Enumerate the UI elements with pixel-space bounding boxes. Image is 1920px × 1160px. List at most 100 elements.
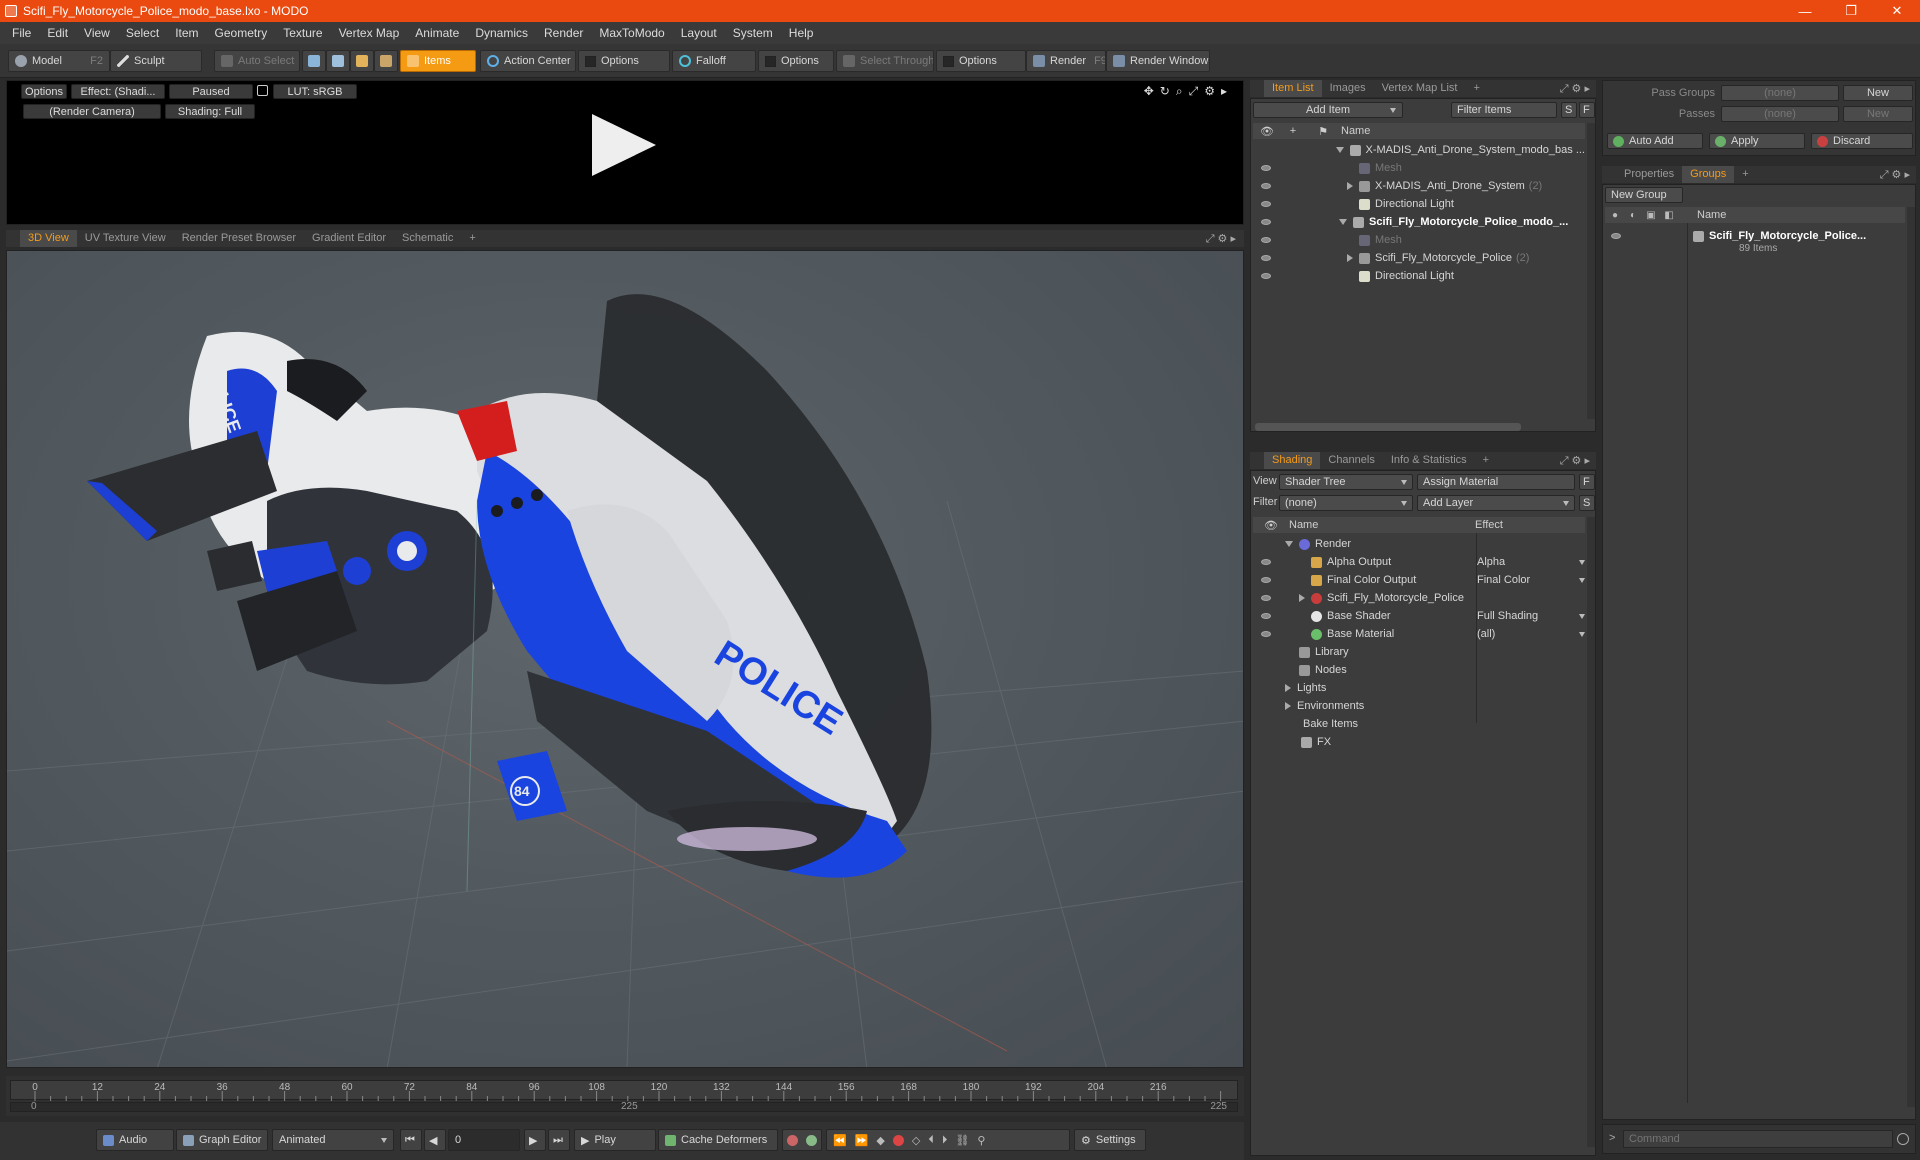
panel-controls[interactable]: ⤢ ⚙ ▸	[1560, 454, 1596, 468]
visibility-eye-icon[interactable]	[1261, 219, 1271, 225]
go-end-button[interactable]: ⏭	[548, 1129, 570, 1151]
visibility-eye-icon[interactable]	[1261, 559, 1271, 565]
new-group-button[interactable]: New Group	[1605, 187, 1683, 203]
auto-select-button[interactable]: Auto Select	[214, 50, 300, 72]
menu-select[interactable]: Select	[118, 22, 167, 44]
menu-animate[interactable]: Animate	[407, 22, 467, 44]
shading-vscrollbar[interactable]	[1587, 517, 1595, 1147]
shader-tree-row[interactable]: Scifi_Fly_Motorcycle_Police	[1253, 589, 1585, 607]
tab-schematic[interactable]: Schematic	[394, 230, 461, 247]
visibility-eye-icon[interactable]	[1611, 233, 1621, 239]
camera-dropdown[interactable]: (Render Camera)	[23, 104, 161, 119]
key-tools[interactable]: ⏪ ⏩ ◆ ◇ ⏴ ⏵ ⛓ ⚲	[826, 1129, 1070, 1151]
play-icon[interactable]	[592, 114, 656, 176]
falloff-options-button[interactable]: Options	[758, 50, 834, 72]
timeline-range-bar[interactable]: 0 225 225	[10, 1101, 1238, 1112]
itemlist-f-button[interactable]: F	[1579, 102, 1595, 118]
timeline-ruler[interactable]: 0 12 24 36 48 60 72 84 96 108 120 132 144 156 168 180 19…	[10, 1080, 1238, 1101]
items-mode-button[interactable]: Items	[400, 50, 476, 72]
action-center-options-button[interactable]: Options	[578, 50, 670, 72]
viewport-tab-controls[interactable]: ⤢ ⚙ ▸	[1206, 232, 1244, 246]
list-item[interactable]: Mesh	[1253, 159, 1585, 177]
cache-deformers-button[interactable]: Cache Deformers	[658, 1129, 778, 1151]
lock-icon[interactable]	[257, 85, 268, 96]
shader-tree-row[interactable]: Alpha Output Alpha	[1253, 553, 1585, 571]
expand-icon[interactable]	[1285, 702, 1291, 710]
menu-dynamics[interactable]: Dynamics	[467, 22, 536, 44]
new-pass-group-button[interactable]: New	[1843, 85, 1913, 101]
shader-tree-row[interactable]: Render	[1253, 535, 1585, 553]
filter-dropdown[interactable]: (none)	[1279, 495, 1413, 511]
tab-render-preset-browser[interactable]: Render Preset Browser	[174, 230, 304, 247]
shader-tree-row[interactable]: Bake Items	[1253, 715, 1585, 733]
view-dropdown[interactable]: Shader Tree	[1279, 474, 1413, 490]
shading-s-button[interactable]: S	[1579, 495, 1595, 511]
shader-tree-row[interactable]: Base Shader Full Shading	[1253, 607, 1585, 625]
refresh-icon[interactable]: ↻	[1160, 84, 1170, 99]
add-tab-icon[interactable]: +	[1475, 452, 1497, 469]
tab-3d-view[interactable]: 3D View	[20, 230, 77, 247]
expand-icon[interactable]	[1347, 182, 1353, 190]
visibility-eye-icon[interactable]	[1261, 613, 1271, 619]
action-center-button[interactable]: Action Center	[480, 50, 576, 72]
visibility-eye-icon[interactable]	[1261, 165, 1271, 171]
next-key-button[interactable]: ▶	[524, 1129, 546, 1151]
menu-layout[interactable]: Layout	[673, 22, 725, 44]
shading-dropdown[interactable]: Shading: Full	[165, 104, 255, 119]
render-button[interactable]: Render F9	[1026, 50, 1106, 72]
command-input[interactable]	[1623, 1130, 1893, 1148]
tab-vertex-map-list[interactable]: Vertex Map List	[1374, 80, 1466, 97]
list-item[interactable]: Scifi_Fly_Motorcycle_Police_modo_...	[1253, 213, 1585, 231]
tab-properties[interactable]: Properties	[1616, 166, 1682, 183]
tab-info-statistics[interactable]: Info & Statistics	[1383, 452, 1475, 469]
tab-uv-texture-view[interactable]: UV Texture View	[77, 230, 174, 247]
menu-system[interactable]: System	[725, 22, 781, 44]
shader-tree-row[interactable]: FX	[1253, 733, 1585, 751]
add-tab-icon[interactable]: +	[461, 230, 483, 247]
sculpt-mode-button[interactable]: Sculpt	[110, 50, 202, 72]
render-window-button[interactable]: Render Window	[1106, 50, 1210, 72]
visibility-eye-icon[interactable]	[1261, 577, 1271, 583]
chevron-down-icon[interactable]	[1579, 631, 1585, 637]
menu-texture[interactable]: Texture	[275, 22, 330, 44]
gear-icon[interactable]: ⚙	[1204, 84, 1215, 99]
list-item[interactable]: Directional Light	[1253, 267, 1585, 285]
frame-field[interactable]: 0	[448, 1129, 520, 1151]
visibility-eye-icon[interactable]	[1261, 237, 1271, 243]
key-mode-buttons[interactable]	[782, 1129, 822, 1151]
visibility-eye-icon[interactable]	[1261, 183, 1271, 189]
render-preview[interactable]: Options Effect: (Shadi... Paused LUT: sR…	[6, 80, 1244, 225]
effect-value[interactable]: Final Color	[1477, 574, 1567, 586]
expand-icon[interactable]	[1285, 684, 1291, 692]
add-tab-icon[interactable]: +	[1734, 166, 1756, 183]
menu-geometry[interactable]: Geometry	[207, 22, 276, 44]
itemlist-vscrollbar[interactable]	[1587, 123, 1595, 419]
lut-dropdown[interactable]: LUT: sRGB	[273, 84, 357, 99]
tab-groups[interactable]: Groups	[1682, 166, 1735, 183]
auto-add-button[interactable]: Auto Add	[1607, 133, 1703, 149]
visibility-eye-icon[interactable]	[1261, 255, 1271, 261]
groups-vscrollbar[interactable]	[1907, 207, 1915, 1107]
itemlist-s-button[interactable]: S	[1561, 102, 1577, 118]
polygons-mode-button[interactable]	[350, 50, 374, 72]
tab-gradient-editor[interactable]: Gradient Editor	[304, 230, 394, 247]
vertices-mode-button[interactable]	[302, 50, 326, 72]
minimize-icon[interactable]: —	[1782, 0, 1828, 22]
shader-tree-row[interactable]: Nodes	[1253, 661, 1585, 679]
new-pass-button[interactable]: New	[1843, 106, 1913, 122]
select-options-button[interactable]: Options	[936, 50, 1026, 72]
play-button[interactable]: ▶ Play	[574, 1129, 656, 1151]
viewport-3d[interactable]: POLICE POLICE 84	[6, 250, 1244, 1068]
menu-help[interactable]: Help	[781, 22, 822, 44]
expand-icon[interactable]	[1347, 254, 1353, 262]
chevron-down-icon[interactable]	[1579, 559, 1585, 565]
shader-tree-row[interactable]: Lights	[1253, 679, 1585, 697]
add-tab-icon[interactable]: +	[1465, 80, 1487, 97]
add-item-dropdown[interactable]: Add Item	[1253, 102, 1403, 118]
menu-edit[interactable]: Edit	[39, 22, 76, 44]
preview-paused-button[interactable]: Paused	[169, 84, 253, 99]
list-item[interactable]: X-MADIS_Anti_Drone_System (2)	[1253, 177, 1585, 195]
pass-groups-dropdown[interactable]: (none)	[1721, 85, 1839, 101]
menu-item[interactable]: Item	[167, 22, 206, 44]
tab-channels[interactable]: Channels	[1320, 452, 1382, 469]
